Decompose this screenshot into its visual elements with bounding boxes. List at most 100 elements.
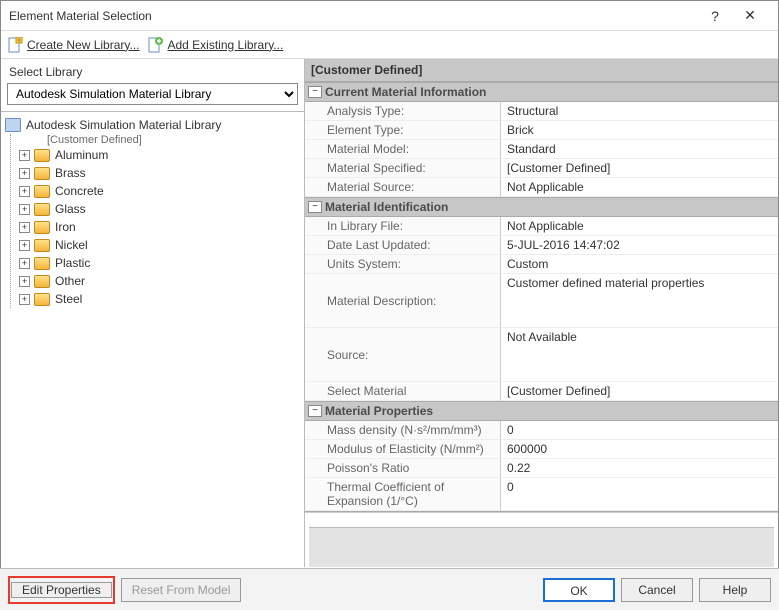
right-panel: [Customer Defined] − Current Material In… <box>305 59 778 567</box>
property-key: Modulus of Elasticity (N/mm²) <box>305 440 501 459</box>
property-value[interactable]: Brick <box>501 121 778 140</box>
folder-icon <box>34 149 50 162</box>
footer: Edit Properties Reset From Model OK Canc… <box>0 568 779 610</box>
property-value[interactable]: Custom <box>501 255 778 274</box>
reset-from-model-button: Reset From Model <box>121 578 242 602</box>
property-key: Material Description: <box>305 274 501 328</box>
folder-icon <box>34 221 50 234</box>
property-key: Mass density (N·s²/mm/mm³) <box>305 421 501 440</box>
collapse-icon[interactable]: − <box>308 86 322 98</box>
property-value[interactable]: Standard <box>501 140 778 159</box>
tree-root[interactable]: Autodesk Simulation Material Library <box>5 116 300 134</box>
close-icon[interactable]: ✕ <box>730 7 770 24</box>
tree-folder[interactable]: +Iron <box>19 218 300 236</box>
property-value[interactable]: 0 <box>501 421 778 440</box>
property-row: Material Specified:[Customer Defined] <box>305 159 778 178</box>
create-library-button[interactable]: Create New Library... <box>7 37 139 53</box>
tree-folder[interactable]: +Brass <box>19 164 300 182</box>
property-row: Thermal Coefficient of Expansion (1/°C)0 <box>305 478 778 511</box>
folder-icon <box>34 257 50 270</box>
property-key: Date Last Updated: <box>305 236 501 255</box>
tree-folder[interactable]: +Plastic <box>19 254 300 272</box>
folder-icon <box>34 239 50 252</box>
edit-properties-button[interactable]: Edit Properties <box>11 582 112 598</box>
expand-icon[interactable]: + <box>19 186 30 197</box>
ok-button[interactable]: OK <box>543 578 615 602</box>
add-library-button[interactable]: Add Existing Library... <box>147 37 283 53</box>
collapse-icon[interactable]: − <box>308 201 322 213</box>
property-row: Material Source:Not Applicable <box>305 178 778 197</box>
property-row: Modulus of Elasticity (N/mm²)600000 <box>305 440 778 459</box>
expand-icon[interactable]: + <box>19 276 30 287</box>
folder-icon <box>34 203 50 216</box>
expand-icon[interactable]: + <box>19 150 30 161</box>
property-value[interactable]: [Customer Defined] <box>501 159 778 178</box>
property-key: Material Specified: <box>305 159 501 178</box>
property-value[interactable]: 5-JUL-2016 14:47:02 <box>501 236 778 255</box>
property-row: Analysis Type:Structural <box>305 102 778 121</box>
property-row: Mass density (N·s²/mm/mm³)0 <box>305 421 778 440</box>
edit-highlight: Edit Properties <box>8 576 115 604</box>
tree-folder[interactable]: +Aluminum <box>19 146 300 164</box>
expand-icon[interactable]: + <box>19 222 30 233</box>
expand-icon[interactable]: + <box>19 204 30 215</box>
tree-folder[interactable]: +Steel <box>19 290 300 308</box>
tree-folder[interactable]: +Other <box>19 272 300 290</box>
property-value[interactable]: Not Applicable <box>501 178 778 197</box>
expand-icon[interactable]: + <box>19 258 30 269</box>
collapse-icon[interactable]: − <box>308 405 322 417</box>
toolbar: Create New Library... Add Existing Libra… <box>1 31 778 59</box>
tree-folder[interactable]: +Glass <box>19 200 300 218</box>
left-panel: Select Library Autodesk Simulation Mater… <box>1 59 305 567</box>
tree-folder[interactable]: +Concrete <box>19 182 300 200</box>
property-value[interactable]: 600000 <box>501 440 778 459</box>
property-key: Material Source: <box>305 178 501 197</box>
expand-icon[interactable]: + <box>19 240 30 251</box>
description-pane <box>309 527 774 567</box>
folder-icon <box>34 167 50 180</box>
property-key: Select Material <box>305 382 501 401</box>
expand-icon[interactable]: + <box>19 294 30 305</box>
help-icon[interactable]: ? <box>700 8 730 24</box>
property-row: Material Description:Customer defined ma… <box>305 274 778 328</box>
property-value[interactable]: 0.22 <box>501 459 778 478</box>
property-key: Thermal Coefficient of Expansion (1/°C) <box>305 478 501 511</box>
library-tree[interactable]: Autodesk Simulation Material Library [Cu… <box>1 111 304 567</box>
property-row: Source:Not Available <box>305 328 778 382</box>
cancel-button[interactable]: Cancel <box>621 578 693 602</box>
section-current-info[interactable]: − Current Material Information <box>305 82 778 102</box>
help-button[interactable]: Help <box>699 578 771 602</box>
section-identification[interactable]: − Material Identification <box>305 197 778 217</box>
window-title: Element Material Selection <box>9 9 700 23</box>
grid-spacer <box>305 512 778 521</box>
expand-icon[interactable]: + <box>19 168 30 179</box>
select-library-label: Select Library <box>1 59 304 83</box>
property-row: Poisson's Ratio0.22 <box>305 459 778 478</box>
library-icon <box>5 118 21 132</box>
property-key: Source: <box>305 328 501 382</box>
property-key: Material Model: <box>305 140 501 159</box>
folder-icon <box>34 293 50 306</box>
selected-material-title: [Customer Defined] <box>305 59 778 82</box>
property-grid: − Current Material Information Analysis … <box>305 82 778 512</box>
tree-customer-defined[interactable]: [Customer Defined] <box>19 134 300 146</box>
property-value[interactable]: 0 <box>501 478 778 511</box>
property-value[interactable]: [Customer Defined] <box>501 382 778 401</box>
property-value[interactable]: Customer defined material properties <box>501 274 778 328</box>
titlebar: Element Material Selection ? ✕ <box>1 1 778 31</box>
property-value[interactable]: Not Available <box>501 328 778 382</box>
add-file-icon <box>147 37 163 53</box>
property-key: Units System: <box>305 255 501 274</box>
library-select[interactable]: Autodesk Simulation Material Library <box>7 83 298 105</box>
section-properties[interactable]: − Material Properties <box>305 401 778 421</box>
property-row: Select Material[Customer Defined] <box>305 382 778 401</box>
folder-icon <box>34 185 50 198</box>
property-value[interactable]: Structural <box>501 102 778 121</box>
property-row: Material Model:Standard <box>305 140 778 159</box>
property-row: Date Last Updated:5-JUL-2016 14:47:02 <box>305 236 778 255</box>
property-row: Element Type:Brick <box>305 121 778 140</box>
tree-folder[interactable]: +Nickel <box>19 236 300 254</box>
property-key: In Library File: <box>305 217 501 236</box>
property-row: Units System:Custom <box>305 255 778 274</box>
property-value[interactable]: Not Applicable <box>501 217 778 236</box>
